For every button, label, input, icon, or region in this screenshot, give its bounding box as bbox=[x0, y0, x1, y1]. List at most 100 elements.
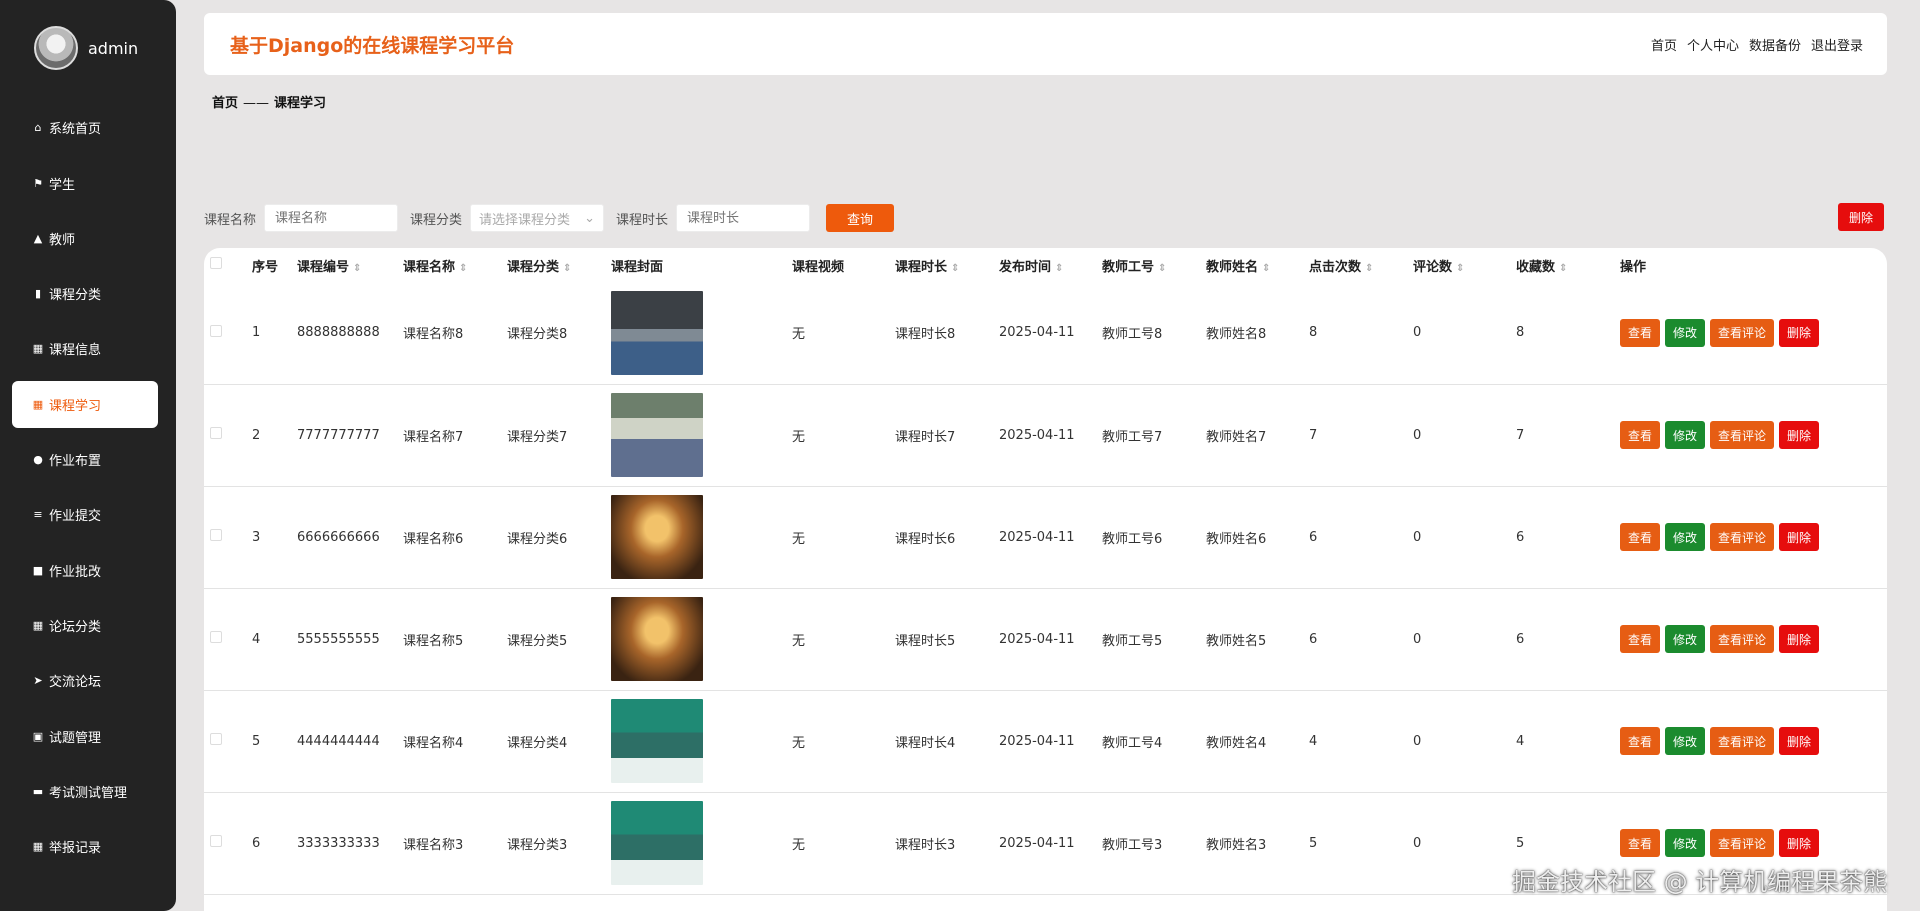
user-profile[interactable]: admin bbox=[0, 0, 176, 96]
cell-select[interactable] bbox=[204, 486, 246, 588]
table-row[interactable]: 1 8888888888 课程名称8 课程分类8 无 课程时长8 2025-04-11 教师工… bbox=[204, 282, 1887, 384]
sort-icon[interactable]: ⇕ bbox=[1365, 263, 1373, 274]
course-name-input[interactable] bbox=[264, 204, 399, 232]
view-comments-button[interactable]: 查看评论 bbox=[1710, 727, 1775, 755]
col-header-comments[interactable]: 评论数 ⇕ bbox=[1407, 248, 1510, 282]
sort-icon[interactable]: ⇕ bbox=[459, 263, 467, 274]
delete-button[interactable]: 删除 bbox=[1779, 421, 1820, 449]
batch-delete-button[interactable]: 删除 bbox=[1838, 203, 1884, 231]
delete-button[interactable]: 删除 bbox=[1779, 829, 1820, 857]
edit-button[interactable]: 修改 bbox=[1665, 625, 1706, 653]
row-checkbox[interactable] bbox=[210, 631, 222, 643]
col-header-teacher-name[interactable]: 教师姓名 ⇕ bbox=[1200, 248, 1303, 282]
sidebar-item-5[interactable]: ▦ 课程学习 bbox=[12, 380, 158, 428]
course-duration-input[interactable] bbox=[676, 204, 811, 232]
row-checkbox[interactable] bbox=[210, 529, 222, 541]
course-category-select[interactable]: 请选择课程分类 ⌄ bbox=[470, 204, 605, 232]
sidebar-item-6[interactable]: ● 作业布置 bbox=[0, 436, 176, 483]
cell-select[interactable] bbox=[204, 282, 246, 384]
sidebar-item-11[interactable]: ▣ 试题管理 bbox=[0, 713, 176, 760]
course-cover-image[interactable] bbox=[611, 699, 703, 783]
delete-button[interactable]: 删除 bbox=[1779, 727, 1820, 755]
col-header-duration[interactable]: 课程时长 ⇕ bbox=[889, 248, 993, 282]
view-comments-button[interactable]: 查看评论 bbox=[1710, 318, 1775, 347]
sidebar-item-2[interactable]: ▲ 教师 bbox=[0, 215, 176, 262]
delete-button[interactable]: 删除 bbox=[1779, 625, 1820, 653]
sort-icon[interactable]: ⇕ bbox=[1456, 263, 1464, 274]
cell-select[interactable] bbox=[204, 384, 246, 486]
view-comments-button[interactable]: 查看评论 bbox=[1710, 421, 1775, 449]
view-comments-button[interactable]: 查看评论 bbox=[1710, 829, 1775, 857]
avatar[interactable] bbox=[34, 26, 78, 70]
edit-button[interactable]: 修改 bbox=[1665, 421, 1706, 449]
col-header-date[interactable]: 发布时间 ⇕ bbox=[993, 248, 1096, 282]
sidebar-item-0[interactable]: ⌂ 系统首页 bbox=[0, 104, 176, 151]
col-header-name[interactable]: 课程名称 ⇕ bbox=[397, 248, 501, 282]
table-row[interactable]: 2 7777777777 课程名称7 课程分类7 无 课程时长7 2025-04-11 教师工… bbox=[204, 384, 1887, 486]
course-cover-image[interactable] bbox=[611, 495, 703, 579]
breadcrumb-home[interactable]: 首页 bbox=[212, 96, 238, 111]
row-checkbox[interactable] bbox=[210, 427, 222, 439]
edit-button[interactable]: 修改 bbox=[1665, 523, 1706, 551]
edit-button[interactable]: 修改 bbox=[1665, 829, 1706, 857]
delete-button[interactable]: 删除 bbox=[1779, 523, 1820, 551]
query-button[interactable]: 查询 bbox=[826, 204, 895, 232]
col-header-code[interactable]: 课程编号 ⇕ bbox=[291, 248, 397, 282]
nav-profile-link[interactable]: 个人中心 bbox=[1687, 35, 1739, 54]
course-cover-image[interactable] bbox=[611, 801, 703, 885]
view-button[interactable]: 查看 bbox=[1620, 318, 1661, 347]
col-header-favorites[interactable]: 收藏数 ⇕ bbox=[1510, 248, 1614, 282]
view-button[interactable]: 查看 bbox=[1620, 727, 1661, 755]
edit-button[interactable]: 修改 bbox=[1665, 727, 1706, 755]
sidebar-item-12[interactable]: ▬ 考试测试管理 bbox=[0, 768, 176, 815]
col-header-category[interactable]: 课程分类 ⇕ bbox=[501, 248, 605, 282]
view-comments-button[interactable]: 查看评论 bbox=[1710, 625, 1775, 653]
col-header-clicks[interactable]: 点击次数 ⇕ bbox=[1303, 248, 1407, 282]
sort-icon[interactable]: ⇕ bbox=[1055, 263, 1063, 274]
cell-teacher-id: 教师工号4 bbox=[1102, 735, 1163, 751]
sort-icon[interactable]: ⇕ bbox=[1559, 263, 1567, 274]
sort-icon[interactable]: ⇕ bbox=[1158, 263, 1166, 274]
table-row[interactable]: 5 4444444444 课程名称4 课程分类4 无 课程时长4 2025-04-11 教师工… bbox=[204, 690, 1887, 792]
nav-logout-link[interactable]: 退出登录 bbox=[1811, 35, 1863, 54]
sort-icon[interactable]: ⇕ bbox=[951, 263, 959, 274]
grid-icon: ▦ bbox=[32, 618, 44, 632]
course-cover-image[interactable] bbox=[611, 597, 703, 681]
sidebar-item-13[interactable]: ▦ 举报记录 bbox=[0, 823, 176, 870]
sidebar-item-1[interactable]: ⚑ 学生 bbox=[0, 160, 176, 207]
select-all-checkbox[interactable] bbox=[210, 257, 222, 269]
table-row[interactable]: 3 6666666666 课程名称6 课程分类6 无 课程时长6 2025-04-11 教师工… bbox=[204, 486, 1887, 588]
view-button[interactable]: 查看 bbox=[1620, 625, 1661, 653]
sidebar-item-9[interactable]: ▦ 论坛分类 bbox=[0, 602, 176, 649]
sort-icon[interactable]: ⇕ bbox=[1262, 263, 1270, 274]
course-cover-image[interactable] bbox=[611, 393, 703, 477]
sidebar: admin ⌂ 系统首页 ⚑ 学生 ▲ 教师 ▮ 课程分类 ▦ 课程信息 ▦ 课程学习 ● 作业布置 ≡ 作业… bbox=[0, 0, 176, 911]
sort-icon[interactable]: ⇕ bbox=[563, 263, 571, 274]
send-icon: ➤ bbox=[33, 674, 43, 688]
view-comments-button[interactable]: 查看评论 bbox=[1710, 523, 1775, 551]
sort-icon[interactable]: ⇕ bbox=[353, 263, 361, 274]
row-checkbox[interactable] bbox=[210, 835, 222, 847]
col-header-teacher-id[interactable]: 教师工号 ⇕ bbox=[1096, 248, 1200, 282]
course-cover-image[interactable] bbox=[611, 290, 703, 375]
nav-backup-link[interactable]: 数据备份 bbox=[1749, 35, 1801, 54]
edit-button[interactable]: 修改 bbox=[1665, 318, 1706, 347]
sidebar-item-7[interactable]: ≡ 作业提交 bbox=[0, 491, 176, 538]
sidebar-item-8[interactable]: ■ 作业批改 bbox=[0, 547, 176, 594]
view-button[interactable]: 查看 bbox=[1620, 421, 1661, 449]
cell-select[interactable] bbox=[204, 588, 246, 690]
row-checkbox[interactable] bbox=[210, 324, 222, 337]
row-checkbox[interactable] bbox=[210, 733, 222, 745]
cell-select[interactable] bbox=[204, 792, 246, 894]
nav-home-link[interactable]: 首页 bbox=[1651, 35, 1677, 54]
sidebar-item-10[interactable]: ➤ 交流论坛 bbox=[0, 657, 176, 704]
sidebar-item-3[interactable]: ▮ 课程分类 bbox=[0, 270, 176, 317]
select-all-header[interactable] bbox=[204, 248, 246, 282]
delete-button[interactable]: 删除 bbox=[1779, 318, 1820, 347]
sidebar-item-4[interactable]: ▦ 课程信息 bbox=[0, 325, 176, 372]
table-row[interactable]: 4 5555555555 课程名称5 课程分类5 无 课程时长5 2025-04-11 教师工… bbox=[204, 588, 1887, 690]
cell-select[interactable] bbox=[204, 690, 246, 792]
view-button[interactable]: 查看 bbox=[1620, 523, 1661, 551]
cell-duration: 课程时长3 bbox=[895, 837, 956, 853]
view-button[interactable]: 查看 bbox=[1620, 829, 1661, 857]
